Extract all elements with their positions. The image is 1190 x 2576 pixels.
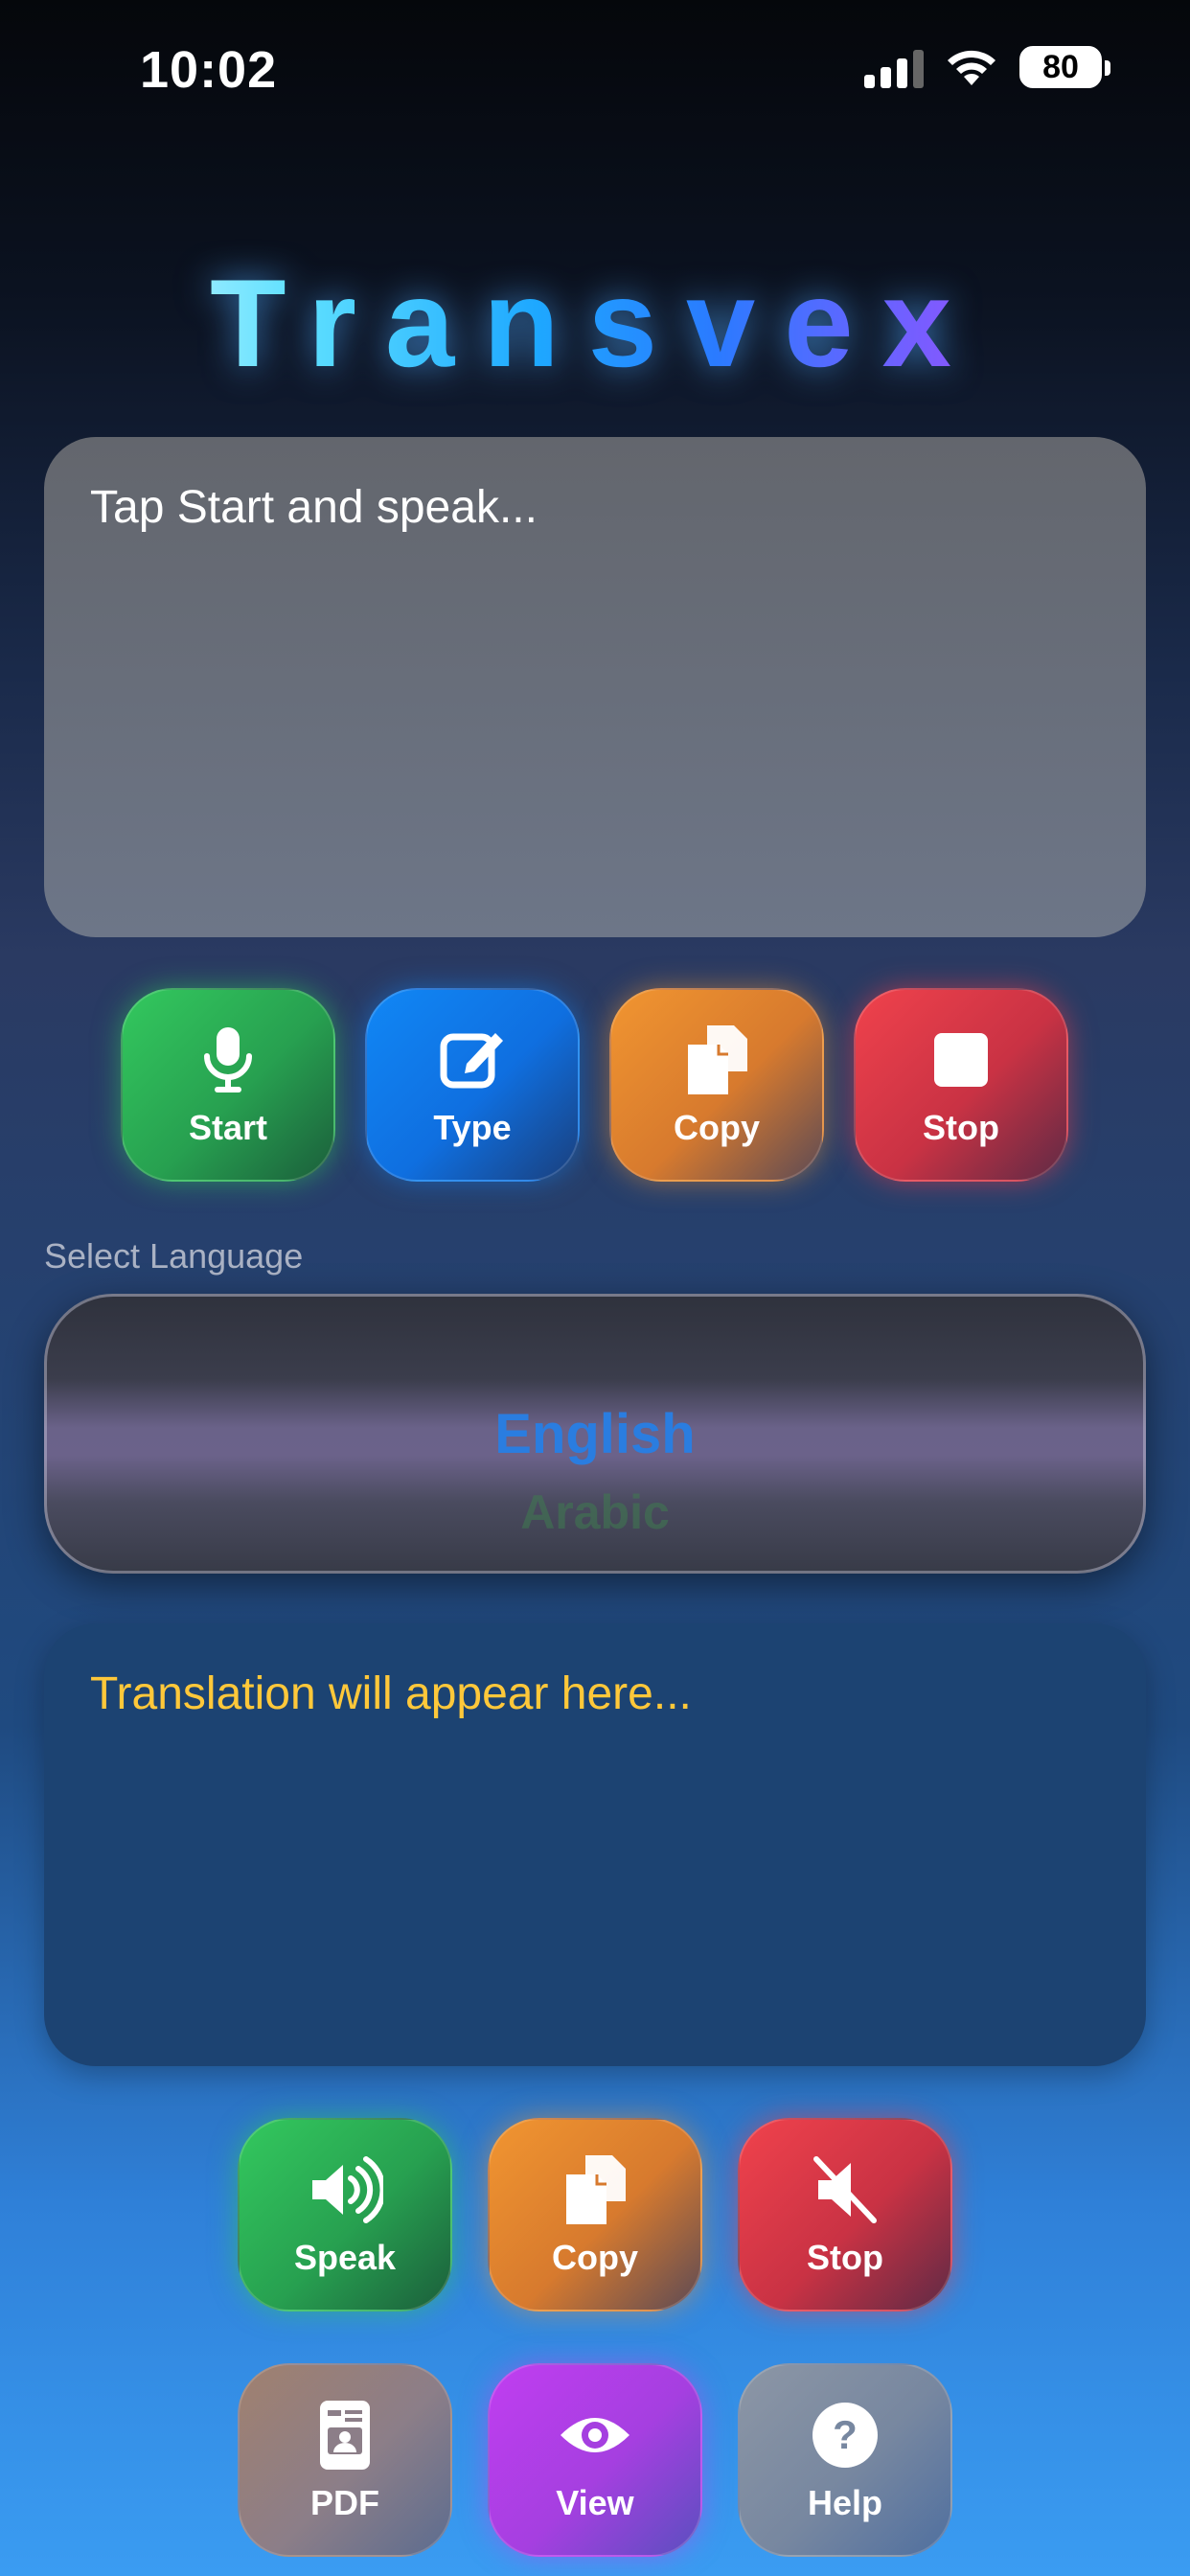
select-language-label: Select Language [44, 1236, 304, 1276]
pdf-button[interactable]: PDF [238, 2363, 452, 2557]
eye-icon [561, 2418, 629, 2452]
translation-output-box[interactable]: Translation will appear here... [44, 1623, 1146, 2066]
speech-input-box[interactable]: Tap Start and speak... [44, 437, 1146, 937]
view-button-label: View [556, 2483, 634, 2522]
copy-input-button[interactable]: Copy [609, 988, 824, 1182]
stop-listening-button[interactable]: Stop [854, 988, 1068, 1182]
cellular-signal-icon [864, 46, 924, 88]
language-option-arabic[interactable]: Arabic [47, 1484, 1143, 1540]
edit-icon [440, 1033, 503, 1089]
pdf-button-label: PDF [310, 2483, 379, 2522]
speak-button-label: Speak [293, 2238, 397, 2277]
stop-speaking-button-label: Stop [807, 2238, 883, 2277]
stop-listening-button-label: Stop [923, 1108, 999, 1147]
start-button-label: Start [188, 1108, 268, 1147]
copy-input-button-label: Copy [674, 1108, 760, 1147]
help-button-label: Help [807, 2483, 882, 2522]
copy-icon [688, 1025, 747, 1094]
help-button[interactable]: ? Help [738, 2363, 952, 2557]
type-button[interactable]: Type [365, 988, 580, 1182]
status-time: 10:02 [140, 41, 278, 99]
type-button-label: Type [433, 1108, 512, 1147]
stop-icon [934, 1033, 988, 1087]
svg-text:?: ? [833, 2412, 858, 2457]
translation-placeholder: Translation will appear here... [90, 1668, 692, 1719]
copy-translation-button[interactable]: Copy [488, 2118, 702, 2312]
stop-speaking-button[interactable]: Stop [738, 2118, 952, 2312]
speaker-icon [312, 2156, 383, 2223]
battery-icon: 80 [1019, 46, 1110, 88]
status-icons: 80 [864, 46, 1110, 88]
speak-button[interactable]: Speak [238, 2118, 452, 2312]
language-option-english[interactable]: English [47, 1402, 1143, 1466]
speech-input-placeholder: Tap Start and speak... [90, 482, 538, 533]
copy-icon [566, 2155, 626, 2224]
copy-translation-button-label: Copy [552, 2238, 638, 2277]
mute-icon [813, 2156, 877, 2223]
app-title: Transvex [0, 251, 1190, 395]
help-icon: ? [812, 2403, 878, 2468]
view-button[interactable]: View [488, 2363, 702, 2557]
mic-icon [204, 1027, 252, 1092]
language-picker[interactable]: English Arabic [44, 1294, 1146, 1574]
start-button[interactable]: Start [121, 988, 335, 1182]
pdf-icon [320, 2401, 370, 2470]
battery-level: 80 [1042, 48, 1079, 85]
wifi-icon [948, 50, 995, 85]
